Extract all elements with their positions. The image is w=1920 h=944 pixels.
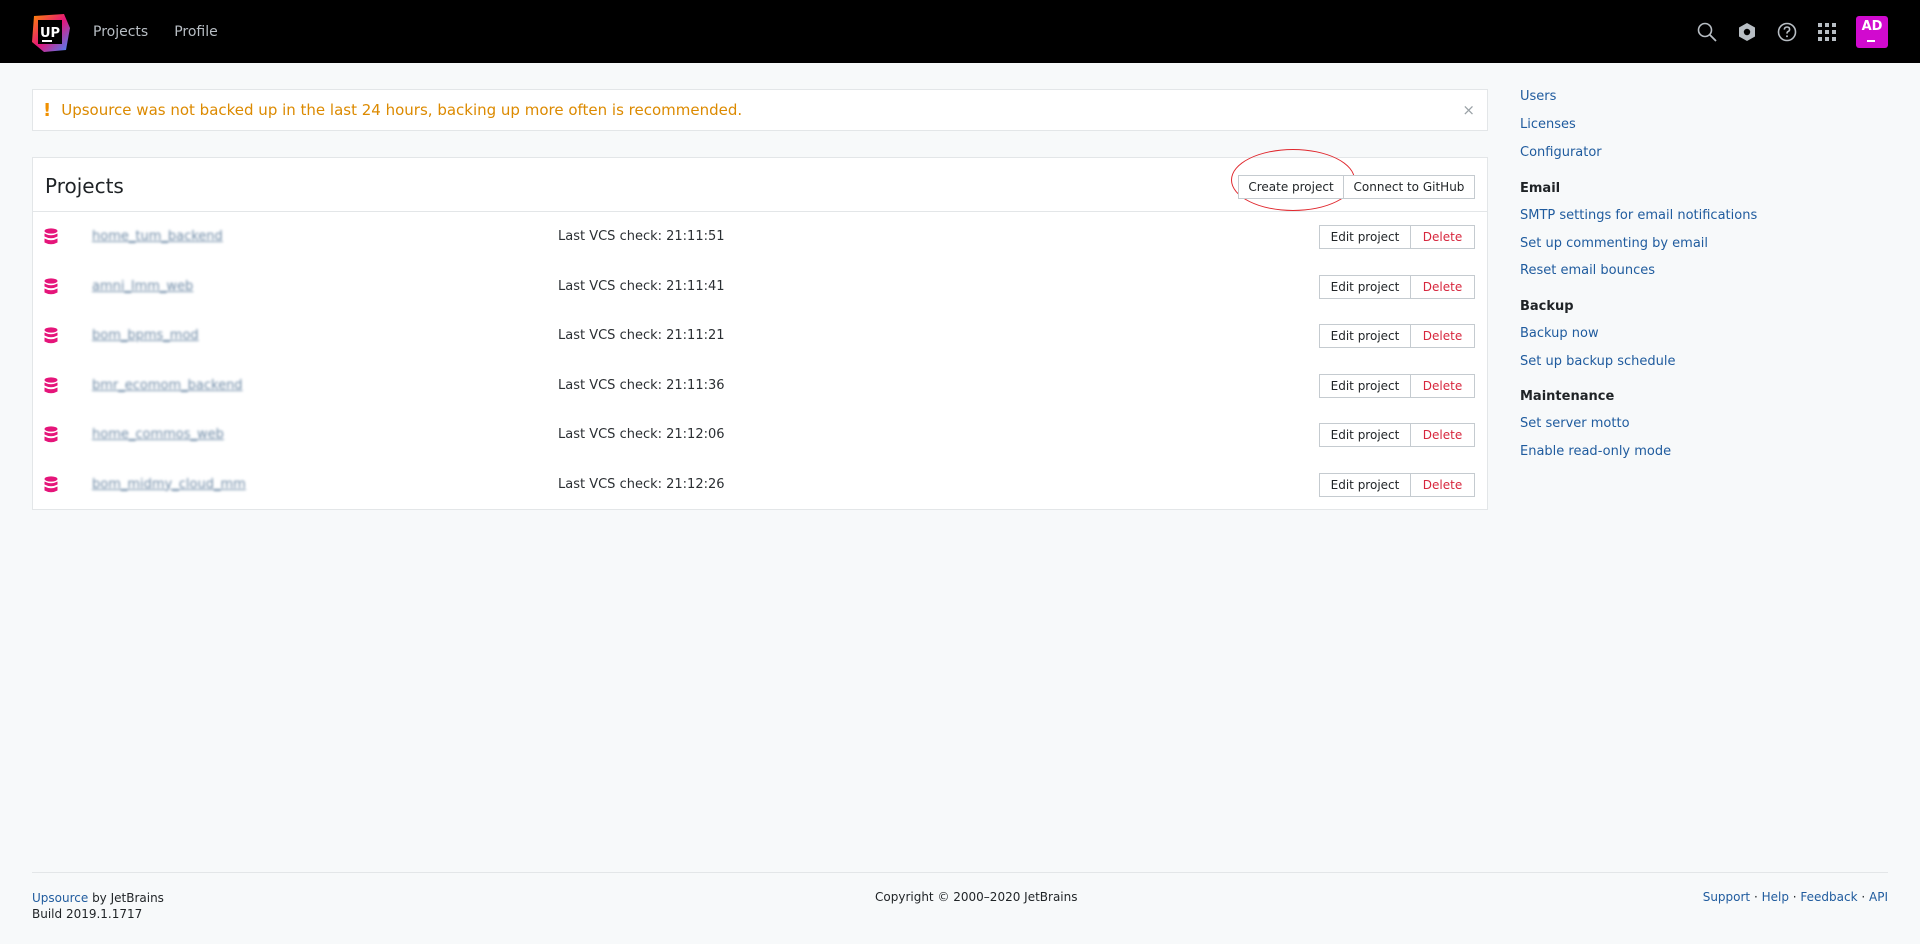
footer-separator: ·: [1750, 890, 1762, 904]
project-row: amni_lmm_web Last VCS check: 21:11:41 Ed…: [33, 262, 1487, 312]
footer-build: Build 2019.1.1717: [32, 907, 143, 921]
project-name-link[interactable]: home_tum_backend: [92, 229, 223, 244]
sidebar-link-smtp[interactable]: SMTP settings for email notifications: [1520, 208, 1757, 223]
delete-project-button[interactable]: Delete: [1411, 423, 1475, 447]
edit-project-button[interactable]: Edit project: [1319, 274, 1411, 299]
edit-project-button[interactable]: Edit project: [1319, 225, 1411, 249]
footer-copyright: Copyright © 2000–2020 JetBrains: [875, 890, 1078, 904]
help-icon[interactable]: [1776, 21, 1798, 43]
footer-divider: [32, 872, 1888, 873]
sidebar-link-backup-schedule[interactable]: Set up backup schedule: [1520, 354, 1675, 369]
footer-link-help[interactable]: Help: [1762, 890, 1789, 904]
delete-project-button[interactable]: Delete: [1411, 324, 1475, 348]
project-name-link[interactable]: bom_midmy_cloud_mm: [92, 477, 246, 492]
database-icon: [44, 475, 58, 492]
close-icon[interactable]: ×: [1462, 101, 1475, 119]
edit-project-button[interactable]: Edit project: [1319, 373, 1411, 398]
project-name-link[interactable]: bmr_ecomom_backend: [92, 378, 243, 393]
project-name-link[interactable]: home_commos_web: [92, 427, 224, 442]
delete-project-button[interactable]: Delete: [1411, 274, 1475, 299]
upsource-logo[interactable]: UP: [30, 12, 72, 54]
sidebar-link-read-only[interactable]: Enable read-only mode: [1520, 444, 1671, 459]
row-actions: Edit project Delete: [1319, 472, 1475, 497]
backup-warning-alert: ! Upsource was not backed up in the last…: [32, 89, 1488, 131]
project-name-link[interactable]: bom_bpms_mod: [92, 328, 199, 343]
sidebar-group-email: Email: [1520, 181, 1561, 196]
settings-hexagon-icon[interactable]: [1736, 21, 1758, 43]
delete-project-button[interactable]: Delete: [1411, 225, 1475, 249]
vcs-check-status: Last VCS check: 21:11:51: [558, 229, 725, 244]
delete-project-button[interactable]: Delete: [1411, 373, 1475, 398]
panel-actions: Create project Connect to GitHub: [1238, 175, 1475, 199]
row-actions: Edit project Delete: [1319, 373, 1475, 398]
footer-link-api[interactable]: API: [1869, 890, 1888, 904]
connect-github-button[interactable]: Connect to GitHub: [1344, 175, 1475, 199]
create-project-button[interactable]: Create project: [1238, 175, 1344, 199]
footer-link-support[interactable]: Support: [1703, 890, 1750, 904]
database-icon: [44, 228, 58, 245]
vcs-check-status: Last VCS check: 21:12:26: [558, 476, 725, 492]
search-icon[interactable]: [1696, 21, 1718, 43]
database-icon: [44, 327, 58, 344]
sidebar-group-maintenance: Maintenance: [1520, 389, 1615, 404]
project-row: bom_midmy_cloud_mm Last VCS check: 21:12…: [33, 460, 1487, 510]
sidebar-group-backup: Backup: [1520, 299, 1574, 314]
row-actions: Edit project Delete: [1319, 274, 1475, 299]
row-actions: Edit project Delete: [1319, 324, 1475, 348]
edit-project-button[interactable]: Edit project: [1319, 423, 1411, 447]
database-icon: [44, 376, 58, 393]
sidebar-link-configurator[interactable]: Configurator: [1520, 145, 1602, 160]
nav-projects[interactable]: Projects: [93, 24, 148, 40]
footer-by-text: by JetBrains: [88, 891, 164, 905]
row-actions: Edit project Delete: [1319, 225, 1475, 249]
sidebar-link-licenses[interactable]: Licenses: [1520, 117, 1576, 132]
top-header: UP Projects Profile AD: [0, 0, 1920, 63]
main-nav: Projects Profile: [93, 0, 218, 63]
sidebar-link-commenting-email[interactable]: Set up commenting by email: [1520, 236, 1708, 251]
nav-profile[interactable]: Profile: [174, 24, 218, 40]
database-icon: [44, 277, 58, 294]
delete-project-button[interactable]: Delete: [1411, 472, 1475, 497]
edit-project-button[interactable]: Edit project: [1319, 324, 1411, 348]
sidebar-link-users[interactable]: Users: [1520, 89, 1556, 104]
sidebar-link-backup-now[interactable]: Backup now: [1520, 326, 1599, 341]
projects-panel: Projects Create project Connect to GitHu…: [32, 149, 1488, 510]
footer-separator: ·: [1857, 890, 1870, 904]
vcs-check-status: Last VCS check: 21:11:41: [558, 278, 725, 294]
project-row: home_commos_web Last VCS check: 21:12:06…: [33, 410, 1487, 460]
vcs-check-status: Last VCS check: 21:11:21: [558, 328, 725, 343]
project-list: home_tum_backend Last VCS check: 21:11:5…: [33, 212, 1487, 509]
sidebar-link-server-motto[interactable]: Set server motto: [1520, 416, 1630, 431]
projects-panel-header: Projects Create project Connect to GitHu…: [33, 149, 1487, 212]
database-icon: [44, 426, 58, 443]
user-avatar[interactable]: AD: [1856, 15, 1888, 48]
vcs-check-status: Last VCS check: 21:12:06: [558, 427, 725, 442]
vcs-check-status: Last VCS check: 21:11:36: [558, 377, 725, 393]
header-actions: AD: [1696, 0, 1888, 63]
sidebar-link-reset-bounces[interactable]: Reset email bounces: [1520, 263, 1655, 278]
logo-text: UP: [40, 26, 60, 41]
project-row: home_tum_backend Last VCS check: 21:11:5…: [33, 212, 1487, 262]
edit-project-button[interactable]: Edit project: [1319, 472, 1411, 497]
footer-link-feedback[interactable]: Feedback: [1800, 890, 1857, 904]
row-actions: Edit project Delete: [1319, 423, 1475, 447]
project-name-link[interactable]: amni_lmm_web: [92, 279, 193, 294]
alert-message: Upsource was not backed up in the last 2…: [61, 101, 743, 119]
page-title: Projects: [45, 174, 124, 198]
footer-product-info: Upsource by JetBrains Build 2019.1.1717: [32, 890, 164, 922]
project-row: bom_bpms_mod Last VCS check: 21:11:21 Ed…: [33, 311, 1487, 361]
warning-icon: !: [43, 99, 52, 121]
footer-separator: ·: [1788, 890, 1801, 904]
footer-product-link[interactable]: Upsource: [32, 891, 88, 905]
footer-links: Support · Help · Feedback · API: [1703, 890, 1888, 904]
apps-grid-icon[interactable]: [1816, 21, 1838, 43]
project-row: bmr_ecomom_backend Last VCS check: 21:11…: [33, 361, 1487, 411]
